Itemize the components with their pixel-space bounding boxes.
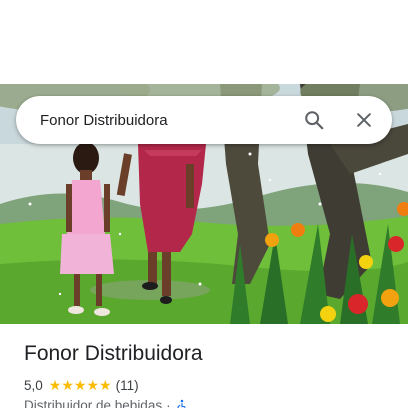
clear-search-button[interactable]	[346, 102, 382, 138]
place-title: Fonor Distribuidora	[24, 342, 203, 365]
top-blank-area	[0, 0, 408, 84]
search-button[interactable]	[296, 102, 332, 138]
place-category: Distribuidor de bebidas	[24, 398, 163, 408]
place-info: Fonor Distribuidora 5,0 ★ ★ ★ ★ ★ (11) D…	[24, 340, 394, 408]
rating-row[interactable]: 5,0 ★ ★ ★ ★ ★ (11)	[24, 376, 394, 394]
star-icon: ★	[73, 377, 87, 393]
star-icon: ★	[86, 377, 100, 393]
category-row: Distribuidor de bebidas ·	[24, 398, 394, 408]
search-input[interactable]: Fonor Distribuidora	[40, 112, 296, 129]
star-icon: ★	[99, 377, 112, 393]
search-icon	[305, 111, 324, 130]
separator-dot: ·	[166, 398, 171, 408]
close-icon	[357, 113, 371, 127]
review-count[interactable]: (11)	[116, 378, 139, 393]
rating-stars: ★ ★ ★ ★ ★	[49, 378, 112, 392]
star-icon: ★	[48, 377, 62, 393]
wheelchair-icon	[176, 399, 186, 408]
star-icon: ★	[61, 377, 74, 393]
search-bar[interactable]: Fonor Distribuidora	[16, 96, 392, 144]
rating-value: 5,0	[24, 377, 43, 393]
